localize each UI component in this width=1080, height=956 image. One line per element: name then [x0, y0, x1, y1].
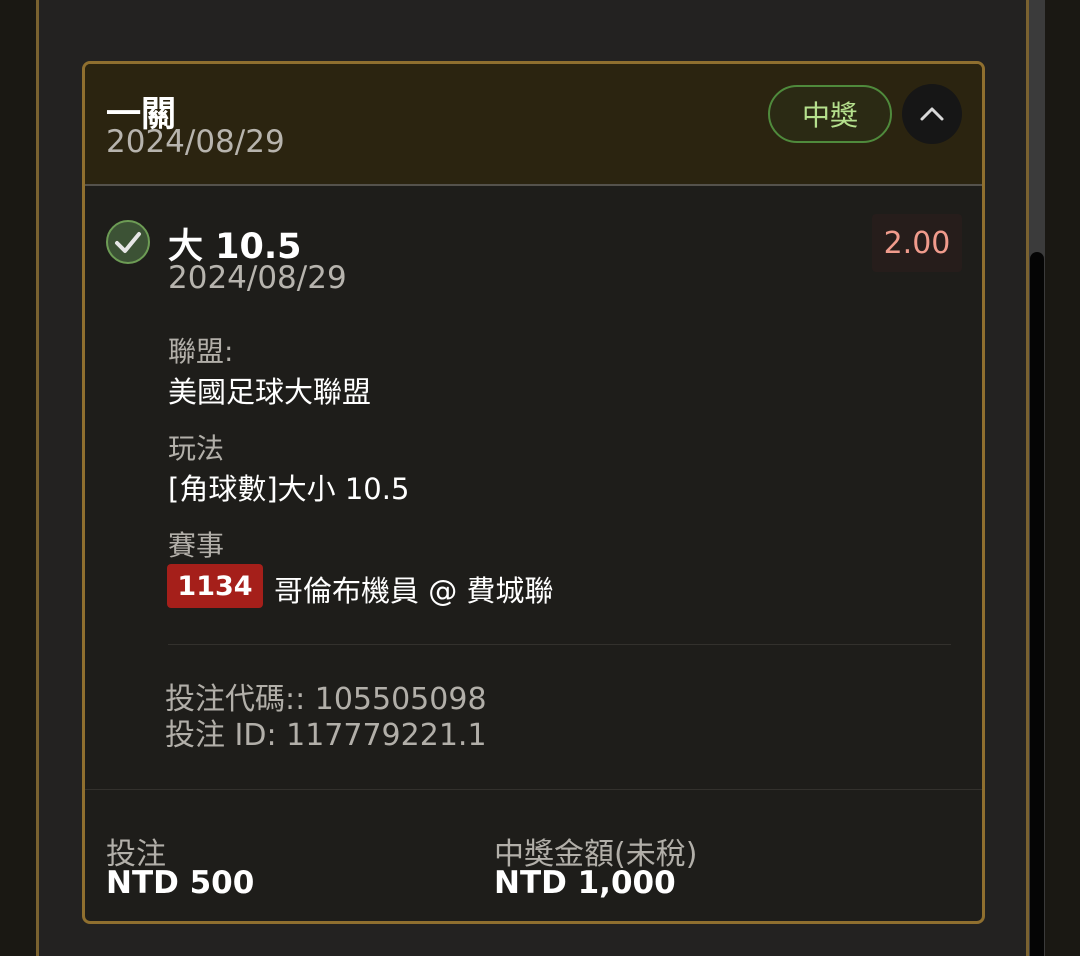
status-badge: 中獎 — [768, 85, 892, 143]
payout-value: NTD 1,000 — [494, 865, 676, 901]
chevron-up-icon — [920, 107, 944, 121]
league-label: 聯盟: — [168, 335, 234, 368]
stake-value: NTD 500 — [106, 865, 255, 901]
collapse-button[interactable] — [902, 84, 962, 144]
event-id-badge: 1134 — [167, 564, 263, 608]
market-label: 玩法 — [168, 432, 225, 465]
scrollbar-thumb[interactable] — [1030, 252, 1044, 956]
event-name: 哥倫布機員 @ 費城聯 — [274, 574, 554, 608]
divider — [85, 789, 982, 790]
bet-card: 一關 2024/08/29 中獎 大 10.5 2024/08/29 2.00 … — [82, 61, 985, 924]
event-label: 賽事 — [168, 529, 225, 562]
left-margin — [0, 0, 36, 956]
league-value: 美國足球大聯盟 — [168, 375, 372, 409]
market-value: [角球數]大小 10.5 — [168, 472, 410, 506]
check-circle-icon — [106, 220, 150, 264]
divider — [168, 644, 951, 645]
bet-slip-screen: 一關 2024/08/29 中獎 大 10.5 2024/08/29 2.00 … — [0, 0, 1080, 956]
bet-date: 2024/08/29 — [106, 124, 285, 160]
bet-card-header[interactable]: 一關 2024/08/29 中獎 — [85, 64, 982, 186]
selection-date: 2024/08/29 — [168, 260, 347, 296]
odds-value: 2.00 — [872, 214, 962, 272]
bet-id: 投注 ID: 117779221.1 — [165, 718, 487, 753]
right-margin — [1045, 0, 1080, 956]
